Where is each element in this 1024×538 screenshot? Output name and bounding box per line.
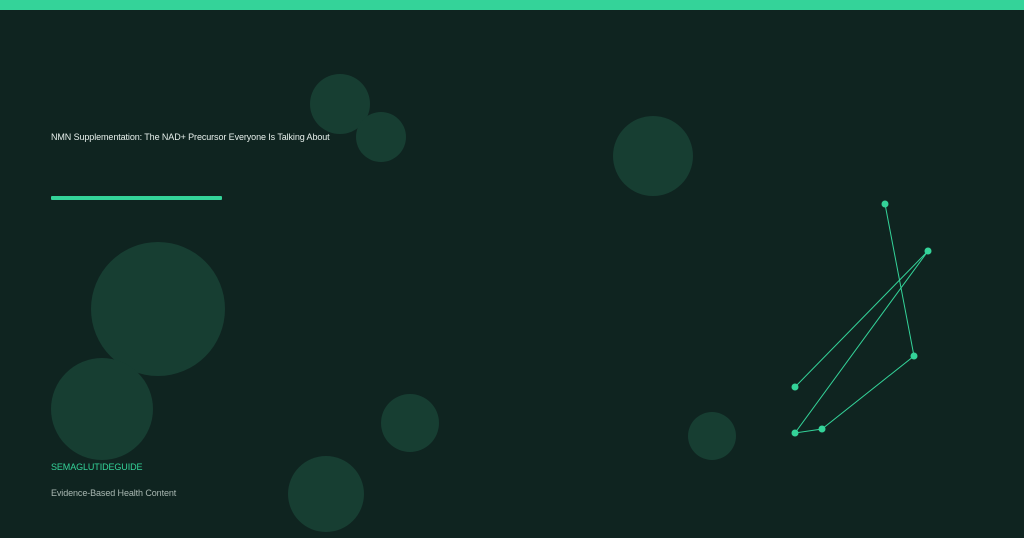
- decorative-bubble: [356, 112, 406, 162]
- title-underline: [51, 196, 222, 200]
- article-title: NMN Supplementation: The NAD+ Precursor …: [51, 132, 330, 142]
- network-node: [791, 429, 799, 437]
- network-line: [793, 203, 929, 434]
- decorative-bubble: [613, 116, 693, 196]
- decorative-background: [51, 74, 932, 532]
- brand-name: SEMAGLUTIDEGUIDE: [51, 462, 143, 472]
- network-node: [924, 247, 932, 255]
- social-card: NMN Supplementation: The NAD+ Precursor …: [0, 0, 1024, 538]
- network-graphic: [791, 200, 932, 437]
- decorative-bubble: [91, 242, 225, 376]
- network-node: [910, 352, 918, 360]
- brand-tagline: Evidence-Based Health Content: [51, 488, 177, 498]
- decorative-bubble: [51, 358, 153, 460]
- decorative-bubble: [381, 394, 439, 452]
- network-node: [818, 425, 826, 433]
- network-node: [881, 200, 889, 208]
- decorative-bubble: [688, 412, 736, 460]
- decorative-bubble: [288, 456, 364, 532]
- network-node: [791, 383, 799, 391]
